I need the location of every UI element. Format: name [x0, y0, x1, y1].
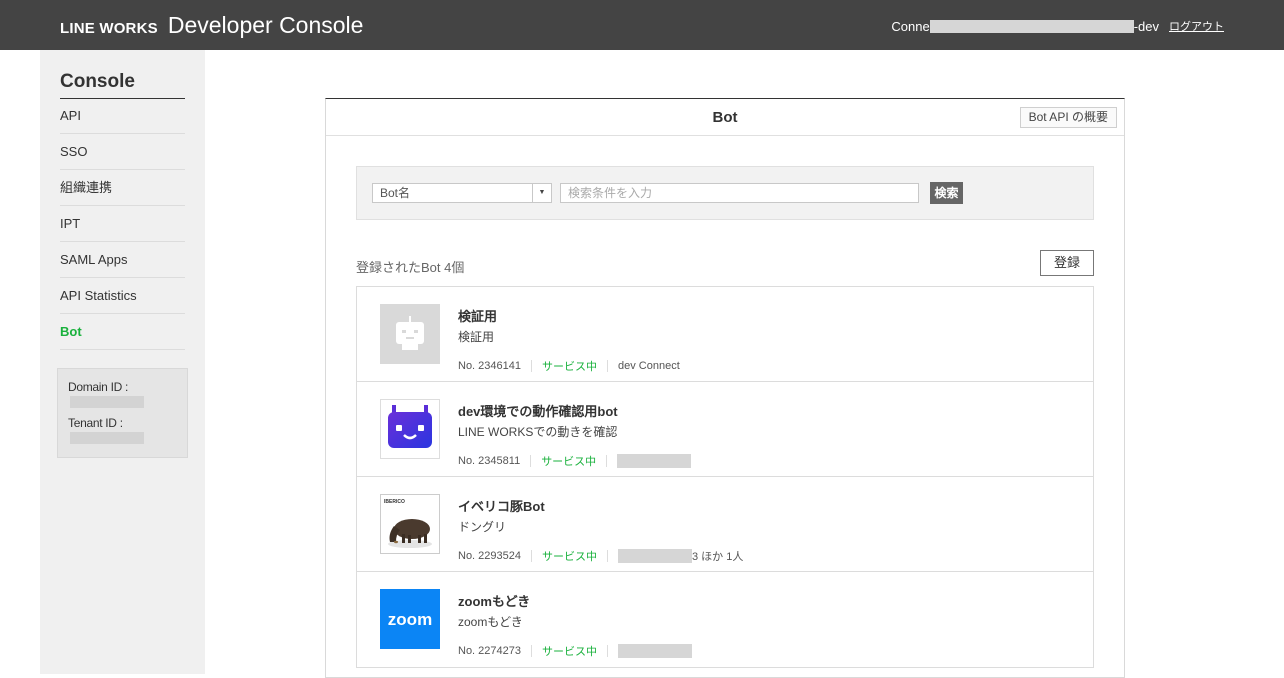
top-bar: LINE WORKS Developer Console Conne -dev …	[0, 0, 1284, 50]
bot-name[interactable]: 検証用	[458, 306, 497, 325]
bot-owner: 3 ほか 1人	[692, 551, 744, 563]
bot-meta: No. 2293524 サービス中 3 ほか 1人	[458, 548, 743, 564]
search-box: Bot名 ▼ 検索	[356, 166, 1094, 220]
redacted-owner	[618, 549, 692, 563]
bot-description: ドングリ	[458, 520, 507, 534]
bot-list-item[interactable]: zoom zoomもどき zoomもどき No. 2274273 サービス中	[357, 572, 1093, 667]
sidebar-item-ipt[interactable]: IPT	[60, 206, 185, 242]
divider	[607, 550, 608, 562]
search-field-select[interactable]: Bot名 ▼	[372, 183, 552, 203]
bot-description: LINE WORKSでの動きを確認	[458, 425, 618, 439]
panel-header: Bot Bot API の概要	[326, 99, 1124, 136]
bot-status: サービス中	[541, 456, 597, 468]
register-button[interactable]: 登録	[1040, 250, 1094, 276]
zoom-logo-icon: zoom	[380, 589, 440, 649]
search-button[interactable]: 検索	[930, 182, 963, 204]
bot-count: 登録されたBot 4個	[356, 260, 465, 275]
sidebar: Console API SSO 組織連携 IPT SAML Apps API S…	[40, 50, 205, 674]
bot-api-overview-button[interactable]: Bot API の概要	[1019, 107, 1117, 128]
sidebar-title: Console	[60, 71, 185, 99]
bot-meta: No. 2346141 サービス中 dev Connect	[458, 358, 680, 374]
pig-photo-icon: IBERICO	[380, 494, 440, 554]
sidebar-item-saml-apps[interactable]: SAML Apps	[60, 242, 185, 278]
user-area: Conne -dev ログアウト	[891, 18, 1224, 34]
bot-panel: Bot Bot API の概要 Bot名 ▼ 検索 登録されたBot 4個 登録	[325, 98, 1125, 678]
bot-name[interactable]: イベリコ豚Bot	[458, 496, 545, 515]
divider	[531, 550, 532, 562]
divider	[531, 360, 532, 372]
divider	[606, 455, 608, 467]
bot-status: サービス中	[542, 361, 597, 373]
brand: LINE WORKS Developer Console	[60, 12, 363, 38]
user-name-prefix: Conne	[891, 18, 930, 34]
divider	[607, 645, 608, 657]
app-title: Developer Console	[167, 12, 364, 38]
chevron-down-icon[interactable]: ▼	[532, 184, 551, 202]
bot-list-item[interactable]: 検証用 検証用 No. 2346141 サービス中 dev Connect	[357, 287, 1093, 382]
bot-owner: dev Connect	[618, 360, 680, 372]
sidebar-item-sso[interactable]: SSO	[60, 134, 185, 170]
bot-list-item[interactable]: dev環境での動作確認用bot LINE WORKSでの動きを確認 No. 23…	[357, 382, 1093, 477]
bot-description: 検証用	[458, 330, 495, 344]
divider	[607, 360, 608, 372]
bot-status: サービス中	[542, 551, 597, 563]
logout-link[interactable]: ログアウト	[1169, 18, 1224, 34]
redacted-domain-id	[70, 396, 144, 408]
tenant-id-label: Tenant ID :	[68, 416, 123, 430]
bot-name[interactable]: dev環境での動作確認用bot	[458, 401, 618, 420]
redacted-tenant-id	[70, 432, 144, 444]
bot-list: 検証用 検証用 No. 2346141 サービス中 dev Connect de…	[356, 286, 1094, 668]
sidebar-item-org-sync[interactable]: 組織連携	[60, 170, 185, 206]
bot-number: No. 2345811	[458, 455, 521, 467]
redacted-owner	[618, 644, 692, 658]
bot-name[interactable]: zoomもどき	[458, 591, 530, 610]
robot-placeholder-icon	[380, 304, 440, 364]
bot-description: zoomもどき	[458, 615, 523, 629]
pig-logo-text: IBERICO	[384, 499, 405, 505]
sidebar-item-api-statistics[interactable]: API Statistics	[60, 278, 185, 314]
bot-number: No. 2346141	[458, 360, 521, 372]
bot-meta: No. 2274273 サービス中	[458, 643, 692, 659]
divider	[530, 455, 532, 467]
domain-id-label: Domain ID :	[68, 380, 129, 394]
line-works-logo[interactable]: LINE WORKS	[60, 20, 158, 37]
divider	[531, 645, 532, 657]
zoom-logo-text: zoom	[388, 610, 432, 629]
sidebar-item-api[interactable]: API	[60, 98, 185, 134]
redacted-user-name	[929, 19, 1134, 33]
bot-status: サービス中	[542, 646, 597, 658]
user-name-suffix: -dev	[1133, 18, 1159, 34]
bot-number: No. 2293524	[458, 550, 521, 562]
bot-number: No. 2274273	[458, 645, 521, 657]
purple-robot-icon	[380, 399, 440, 459]
search-input[interactable]	[560, 183, 919, 203]
search-field-select-value: Bot名	[380, 186, 411, 200]
panel-title: Bot	[712, 109, 738, 126]
sidebar-item-bot[interactable]: Bot	[60, 314, 185, 350]
sidebar-nav: API SSO 組織連携 IPT SAML Apps API Statistic…	[60, 98, 185, 350]
redacted-owner	[617, 454, 692, 468]
bot-meta: No. 2345811 サービス中	[458, 453, 692, 469]
id-info-box: Domain ID : Tenant ID :	[57, 368, 188, 458]
bot-list-item[interactable]: IBERICO イベリコ豚Bot ドングリ No. 2293524 サービス中	[357, 477, 1093, 572]
